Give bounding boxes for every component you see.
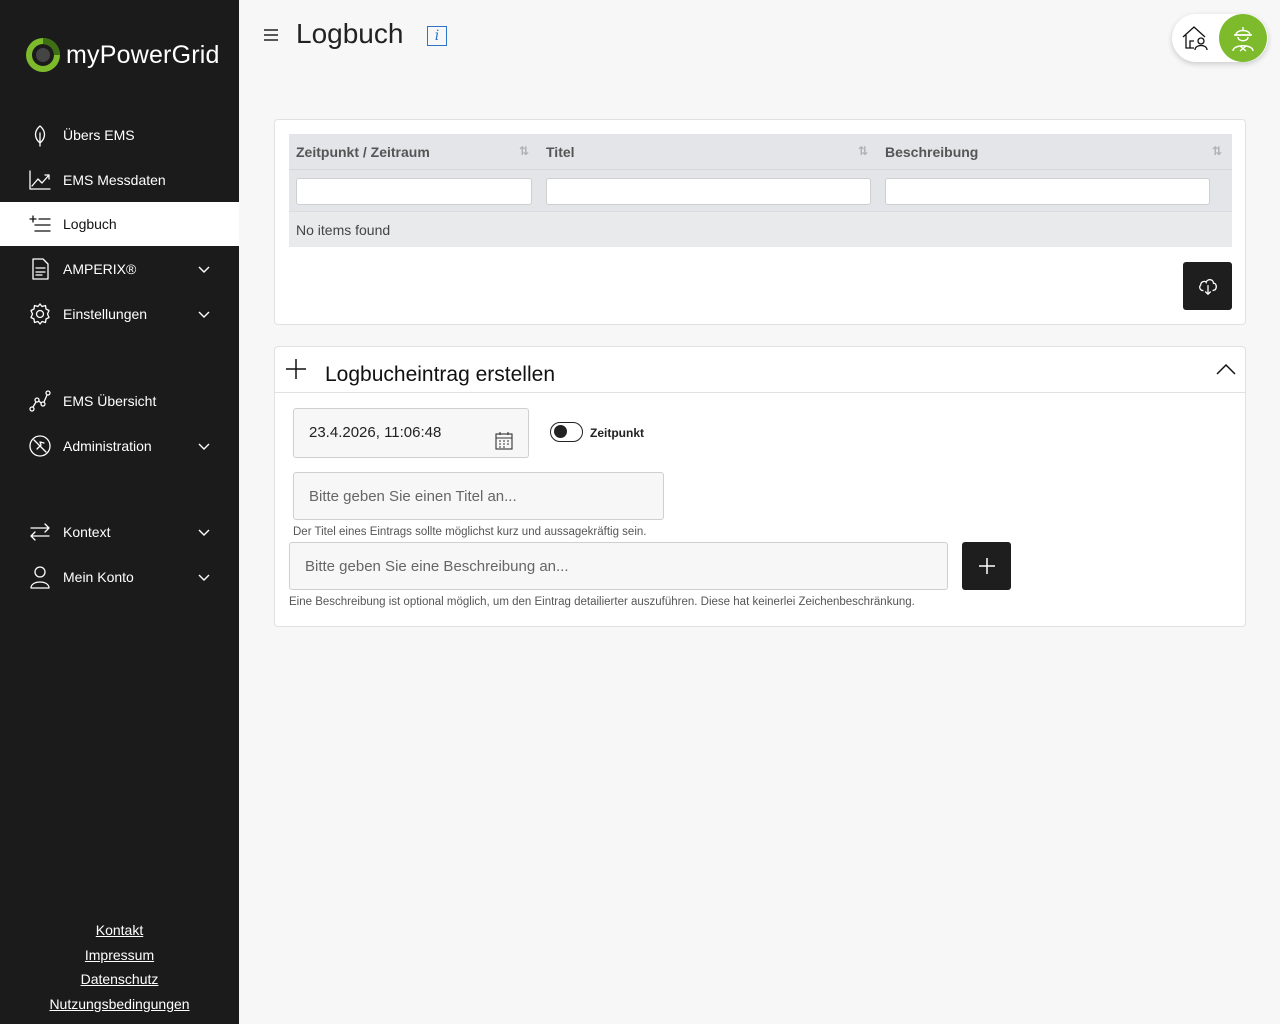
sidebar-item-uebers-ems[interactable]: Übers EMS bbox=[0, 113, 239, 157]
sidebar-item-label: Mein Konto bbox=[63, 569, 134, 585]
filter-input-zeitpunkt[interactable] bbox=[296, 178, 532, 205]
admin-icon bbox=[28, 434, 52, 458]
column-header-titel[interactable]: Titel ⇅ bbox=[539, 134, 878, 169]
logbook-table: Zeitpunkt / Zeitraum ⇅ Titel ⇅ Beschreib… bbox=[289, 134, 1232, 247]
home-user-button[interactable] bbox=[1180, 23, 1210, 53]
zeitpunkt-toggle[interactable] bbox=[550, 422, 583, 442]
page-title: Logbuch bbox=[296, 18, 404, 49]
footer-link-impressum[interactable]: Impressum bbox=[0, 945, 239, 970]
chevron-down-icon bbox=[197, 307, 211, 321]
filter-row bbox=[289, 169, 1232, 211]
description-input[interactable] bbox=[289, 542, 948, 590]
column-header-zeitpunkt[interactable]: Zeitpunkt / Zeitraum ⇅ bbox=[289, 134, 539, 169]
info-icon[interactable]: i bbox=[427, 26, 447, 46]
sidebar-item-ems-messdaten[interactable]: EMS Messdaten bbox=[0, 158, 239, 202]
filter-input-beschreibung[interactable] bbox=[885, 178, 1210, 205]
sidebar: myPowerGrid Übers EMS EMS Messdaten Logb… bbox=[0, 0, 239, 1024]
sidebar-item-label: AMPERIX® bbox=[63, 261, 137, 277]
footer-link-datenschutz[interactable]: Datenschutz bbox=[0, 969, 239, 994]
list-add-icon bbox=[28, 212, 52, 236]
plus-icon bbox=[285, 358, 307, 380]
sidebar-item-amperix[interactable]: AMPERIX® bbox=[0, 247, 239, 291]
create-entry-title: Logbucheintrag erstellen bbox=[325, 363, 555, 386]
user-icon bbox=[28, 565, 52, 589]
title-hint: Der Titel eines Eintrags sollte möglichs… bbox=[293, 526, 647, 538]
cloud-download-icon bbox=[1198, 279, 1217, 296]
network-icon bbox=[28, 389, 52, 413]
sidebar-item-administration[interactable]: Administration bbox=[0, 424, 239, 468]
sidebar-item-mein-konto[interactable]: Mein Konto bbox=[0, 555, 239, 599]
hamburger-icon bbox=[264, 29, 278, 41]
leaf-icon bbox=[28, 123, 52, 147]
footer-links: Kontakt Impressum Datenschutz Nutzungsbe… bbox=[0, 920, 239, 1018]
sidebar-item-kontext[interactable]: Kontext bbox=[0, 510, 239, 554]
datetime-value: 23.4.2026, 11:06:48 bbox=[309, 424, 442, 441]
title-input[interactable] bbox=[293, 472, 664, 520]
sidebar-item-label: EMS Übersicht bbox=[63, 393, 157, 409]
worker-icon bbox=[1232, 27, 1254, 52]
plus-icon bbox=[978, 558, 995, 574]
gear-icon bbox=[28, 302, 52, 326]
chevron-down-icon bbox=[197, 262, 211, 276]
sidebar-item-label: Kontext bbox=[63, 524, 111, 540]
chevron-up-icon[interactable] bbox=[1215, 361, 1237, 377]
sidebar-item-label: Einstellungen bbox=[63, 306, 148, 322]
toggle-label: Zeitpunkt bbox=[590, 426, 644, 440]
brand-name: myPowerGrid bbox=[66, 40, 220, 69]
sort-icon: ⇅ bbox=[1211, 144, 1222, 158]
logo-icon bbox=[26, 38, 60, 72]
create-entry-card: Logbucheintrag erstellen 23.4.2026, 11:0… bbox=[274, 346, 1246, 627]
sidebar-item-label: Administration bbox=[63, 438, 152, 454]
sidebar-item-logbuch[interactable]: Logbuch bbox=[0, 202, 239, 246]
house-user-icon bbox=[1182, 26, 1208, 51]
toggle-knob bbox=[554, 425, 567, 438]
document-icon bbox=[28, 257, 52, 281]
menu-toggle-button[interactable] bbox=[262, 26, 280, 44]
sidebar-item-einstellungen[interactable]: Einstellungen bbox=[0, 292, 239, 336]
table-header: Zeitpunkt / Zeitraum ⇅ Titel ⇅ Beschreib… bbox=[289, 134, 1232, 169]
column-header-beschreibung[interactable]: Beschreibung ⇅ bbox=[878, 134, 1232, 169]
chevron-down-icon bbox=[197, 439, 211, 453]
user-pill bbox=[1172, 14, 1268, 62]
arrows-swap-icon bbox=[28, 520, 52, 544]
chevron-down-icon bbox=[197, 570, 211, 584]
avatar[interactable] bbox=[1219, 14, 1267, 62]
description-hint: Eine Beschreibung ist optional möglich, … bbox=[289, 596, 915, 608]
sidebar-item-ems-uebersicht[interactable]: EMS Übersicht bbox=[0, 379, 239, 423]
logbook-table-card: Zeitpunkt / Zeitraum ⇅ Titel ⇅ Beschreib… bbox=[274, 119, 1246, 325]
empty-message: No items found bbox=[289, 211, 1232, 247]
sidebar-item-label: EMS Messdaten bbox=[63, 172, 166, 188]
chevron-down-icon bbox=[197, 525, 211, 539]
sidebar-item-label: Logbuch bbox=[63, 216, 117, 232]
filter-input-titel[interactable] bbox=[546, 178, 871, 205]
download-button[interactable] bbox=[1183, 262, 1232, 310]
chart-line-icon bbox=[28, 168, 52, 192]
sort-icon: ⇅ bbox=[857, 144, 868, 158]
calendar-icon[interactable] bbox=[494, 423, 514, 450]
datetime-field[interactable]: 23.4.2026, 11:06:48 bbox=[293, 408, 529, 458]
create-entry-header[interactable]: Logbucheintrag erstellen bbox=[275, 347, 1245, 393]
sidebar-item-label: Übers EMS bbox=[63, 127, 135, 143]
footer-link-kontakt[interactable]: Kontakt bbox=[0, 920, 239, 945]
add-entry-button[interactable] bbox=[962, 542, 1011, 590]
footer-link-nutzungsbedingungen[interactable]: Nutzungsbedingungen bbox=[0, 994, 239, 1019]
brand-logo[interactable]: myPowerGrid bbox=[24, 36, 220, 74]
sort-icon: ⇅ bbox=[518, 144, 529, 158]
